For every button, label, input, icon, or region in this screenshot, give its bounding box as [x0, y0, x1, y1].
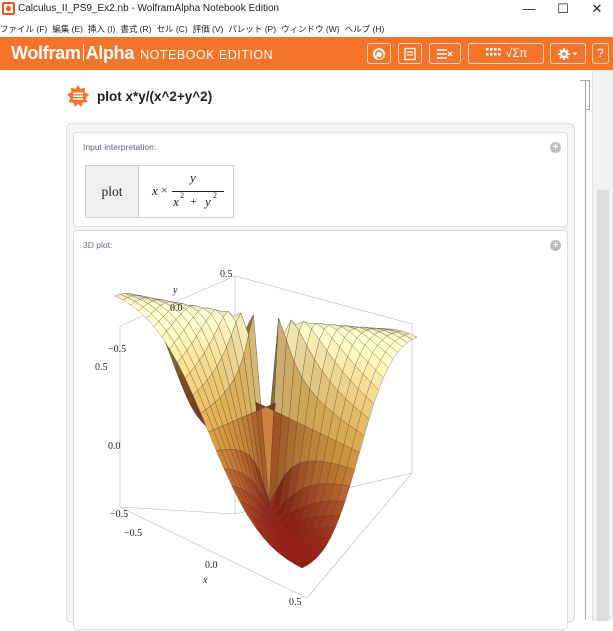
- math-palette-button[interactable]: √Σπ: [468, 43, 544, 64]
- window-title: Calculus_II_PS9_Ex2.nb - WolframAlpha No…: [18, 3, 280, 14]
- help-button[interactable]: ?: [592, 43, 609, 64]
- tick-x-pos: 0.5: [289, 597, 302, 608]
- list-check-icon: [437, 49, 453, 59]
- expand-plus-icon[interactable]: +: [550, 142, 561, 153]
- results-container: Input interpretation: + plot x × y x 2 +…: [66, 123, 575, 630]
- wolfram-swirl-button[interactable]: [367, 43, 391, 64]
- tick-z-mid: 0.0: [108, 441, 121, 452]
- brand-logo: Wolfram Alpha NOTEBOOK EDITION: [11, 43, 274, 63]
- cell-bracket-input[interactable]: [586, 80, 590, 110]
- menu-cell[interactable]: セル (C): [156, 21, 187, 38]
- app-icon: [2, 2, 15, 15]
- scrollbar-thumb[interactable]: [597, 190, 609, 621]
- axis-label-x: x: [202, 575, 208, 586]
- menu-help[interactable]: ヘルプ (H): [345, 21, 385, 38]
- menu-bar: ファイル (F) 編集 (E) 挿入 (I) 書式 (R) セル (C) 評価 (V) パレ…: [0, 19, 613, 36]
- tick-y-mid: 0.0: [170, 303, 183, 314]
- expand-plus-icon[interactable]: +: [550, 240, 561, 251]
- interpretation-table: plot x × y x 2 + y 2: [85, 165, 234, 218]
- pod-title: Input interpretation:: [83, 142, 157, 152]
- plot-pod: 3D plot: + 0.5 y 0.0 −0.5 0.5 0.0 −0.5 −…: [73, 230, 568, 630]
- pod-title: 3D plot:: [83, 240, 113, 250]
- gear-icon: [558, 48, 578, 60]
- tick-x-neg: −0.5: [124, 528, 142, 539]
- menu-insert[interactable]: 挿入 (I): [88, 21, 115, 38]
- notebook-icon: [404, 47, 416, 61]
- menu-edit[interactable]: 編集 (E): [52, 21, 83, 38]
- menu-window[interactable]: ウィンドウ (W): [281, 21, 340, 38]
- swirl-icon: [373, 48, 385, 60]
- toolbar: Wolfram Alpha NOTEBOOK EDITION √Σπ ?: [0, 37, 613, 70]
- 3d-plot[interactable]: 0.5 y 0.0 −0.5 0.5 0.0 −0.5 −0.5 0.0 x 0…: [74, 259, 569, 631]
- axis-label-y: y: [172, 285, 178, 296]
- menu-evaluation[interactable]: 評価 (V): [193, 21, 224, 38]
- interpretation-expression: x × y x 2 + y 2: [152, 170, 232, 214]
- minimize-button[interactable]: —: [514, 0, 544, 19]
- query-input[interactable]: plot x*y/(x^2+y^2): [97, 89, 212, 104]
- evaluate-lines-button[interactable]: [429, 43, 461, 64]
- tick-y-neg: −0.5: [108, 344, 126, 355]
- interpretation-pod: Input interpretation: + plot x × y x 2 +…: [73, 132, 568, 227]
- menu-palettes[interactable]: パレット (P): [228, 21, 276, 38]
- menu-file[interactable]: ファイル (F): [0, 21, 47, 38]
- interpretation-cell: plot: [86, 166, 139, 217]
- title-bar: Calculus_II_PS9_Ex2.nb - WolframAlpha No…: [0, 0, 613, 19]
- notebook-button[interactable]: [398, 43, 422, 64]
- math-label: √Σπ: [505, 46, 528, 60]
- close-button[interactable]: ✕: [582, 0, 612, 19]
- keypad-icon: [485, 48, 501, 56]
- tick-z-top: 0.5: [95, 362, 108, 373]
- maximize-button[interactable]: ☐: [548, 0, 578, 19]
- wolframalpha-star-icon: [67, 85, 89, 107]
- cell-bracket[interactable]: [580, 80, 586, 620]
- tick-z-bot: −0.5: [110, 509, 128, 520]
- tick-back-top: 0.5: [220, 269, 233, 280]
- tick-x-mid: 0.0: [205, 560, 218, 571]
- settings-button[interactable]: [550, 43, 586, 64]
- menu-format[interactable]: 書式 (R): [120, 21, 151, 38]
